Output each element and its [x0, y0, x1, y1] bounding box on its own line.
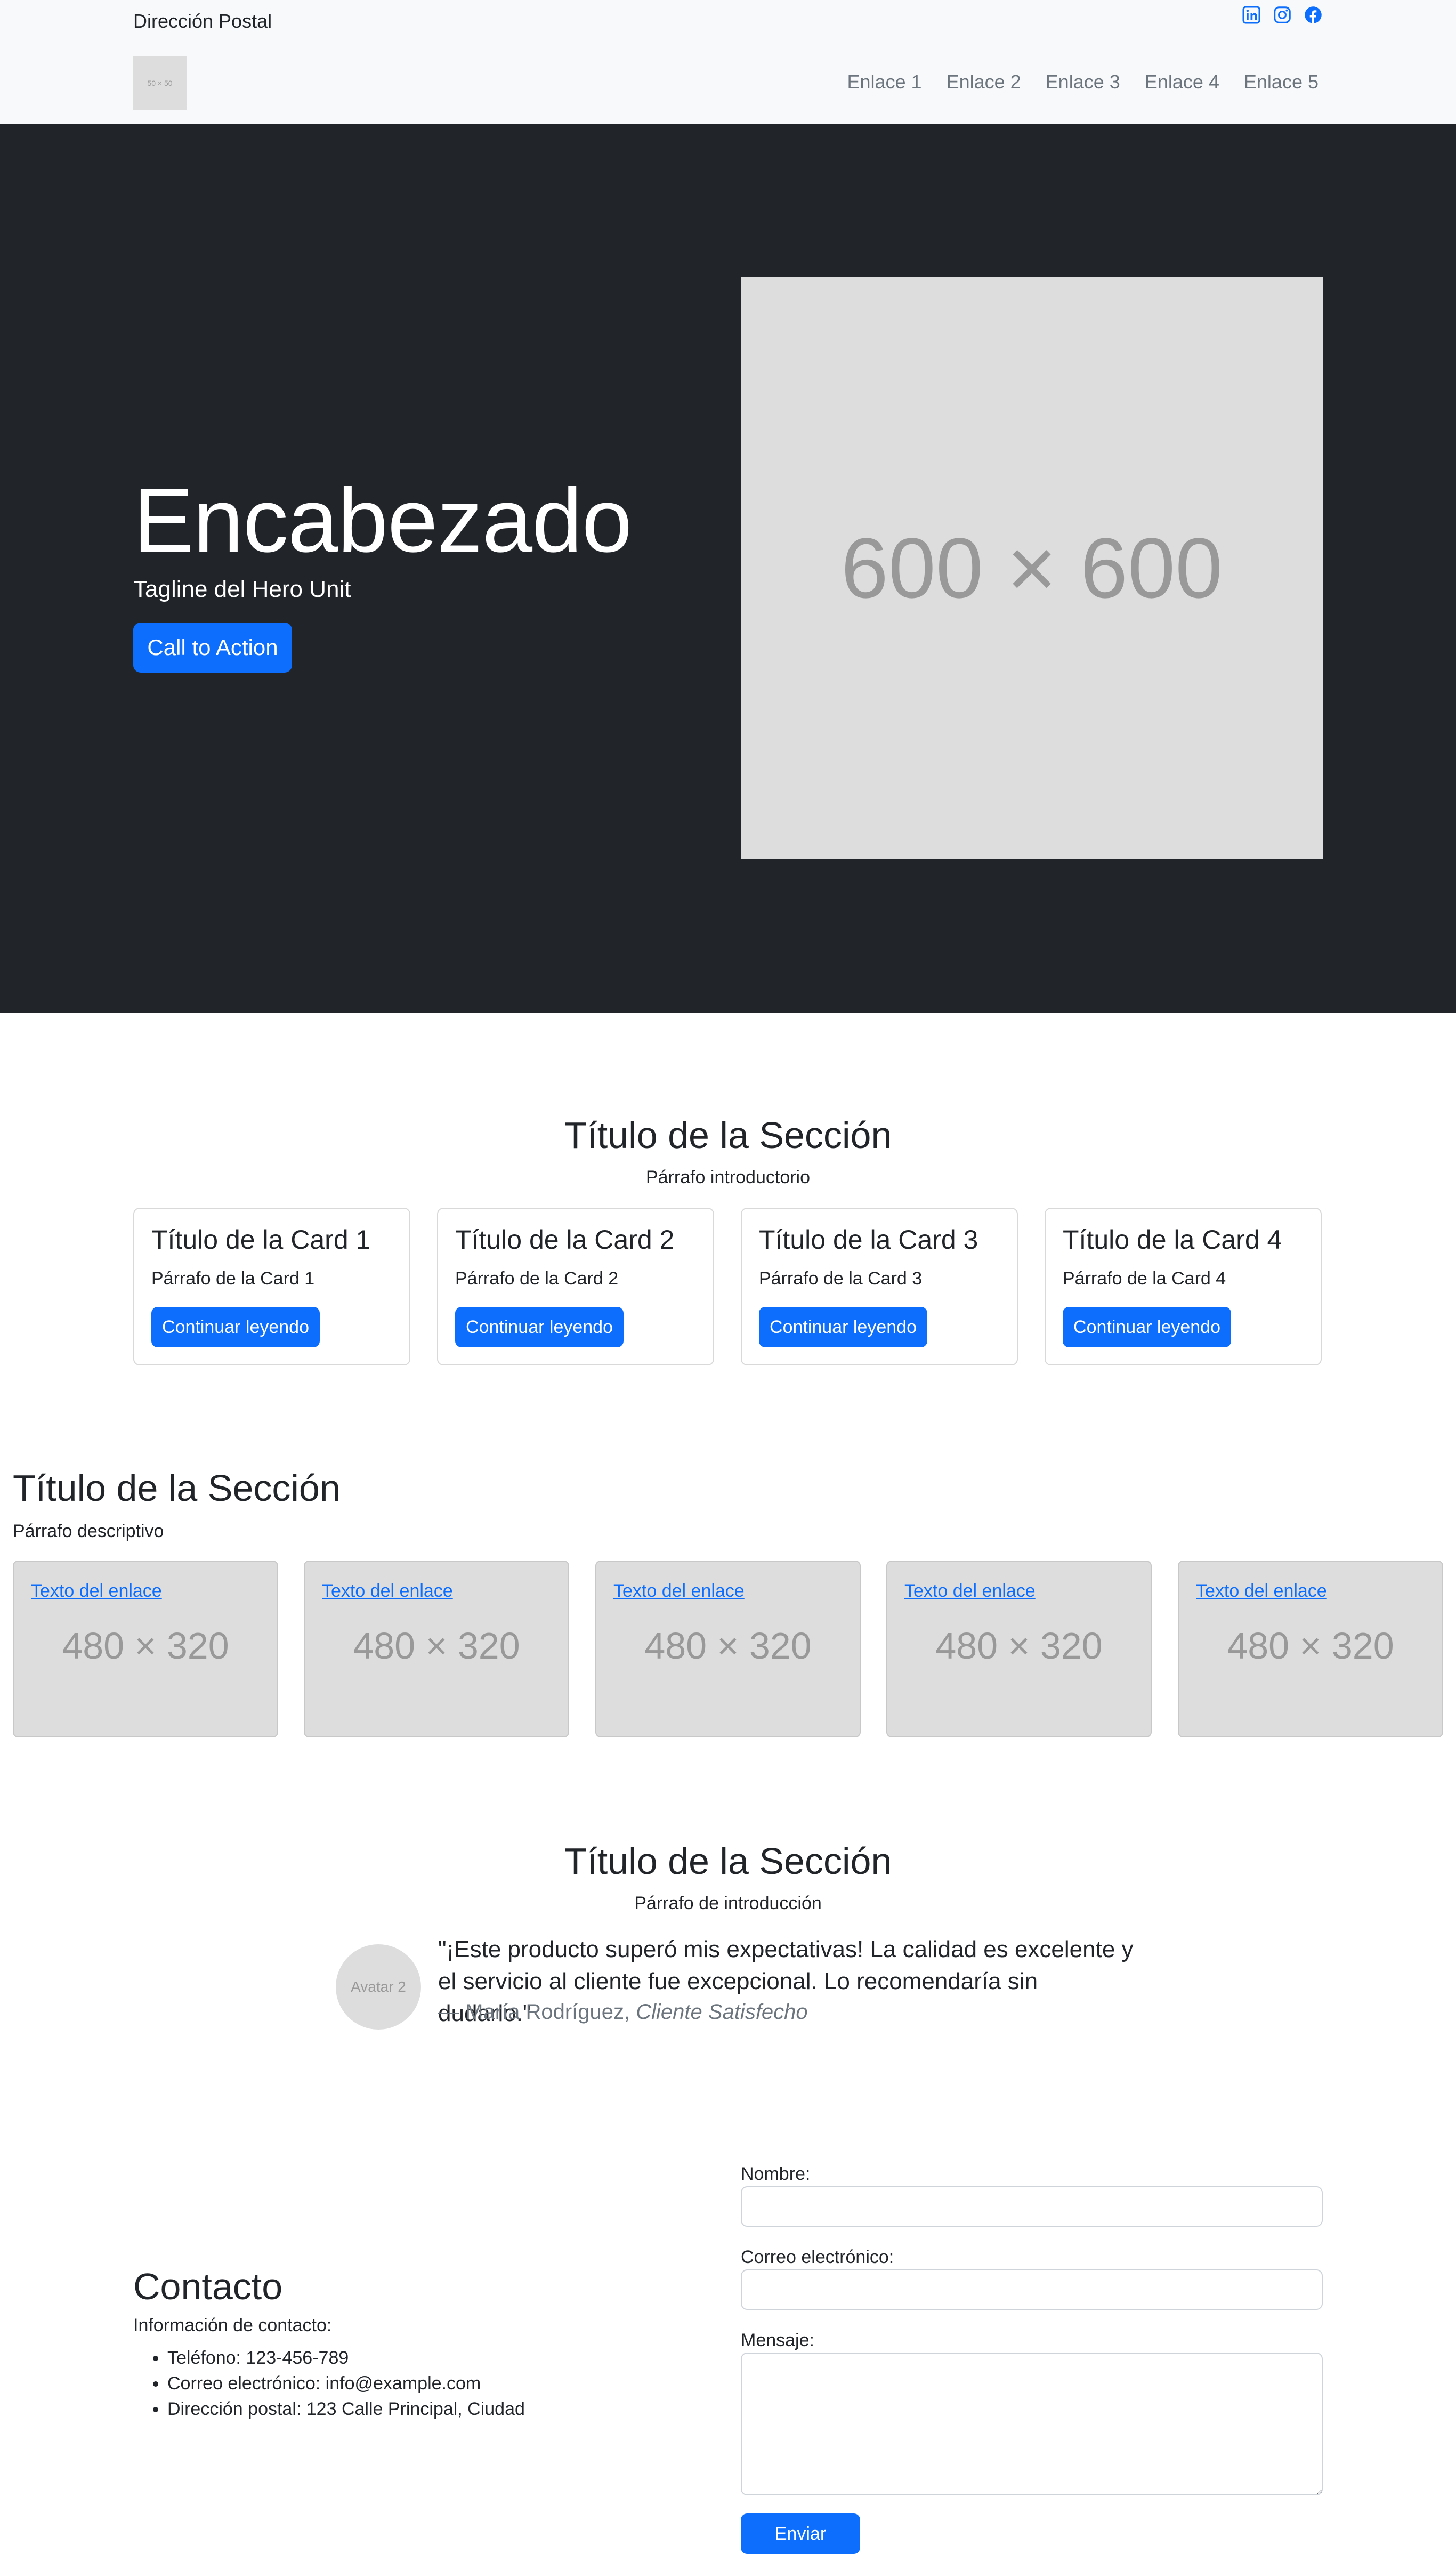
- avatar-placeholder-text: Avatar 2: [351, 1978, 406, 1995]
- continue-reading-button[interactable]: Continuar leyendo: [151, 1307, 320, 1347]
- contact-address: Dirección postal: 123 Calle Principal, C…: [167, 2396, 525, 2422]
- nav-link-1[interactable]: Enlace 1: [843, 70, 926, 94]
- message-label: Mensaje:: [741, 2330, 814, 2350]
- gallery-link[interactable]: Texto del enlace: [904, 1580, 1036, 1602]
- social-links: [1242, 5, 1323, 25]
- hero-title: Encabezado: [133, 470, 632, 571]
- continue-reading-button[interactable]: Continuar leyendo: [1063, 1307, 1231, 1347]
- top-bar: Dirección Postal: [133, 6, 1323, 42]
- author-dash: —: [438, 2000, 466, 2024]
- card-text: Párrafo de la Card 3: [759, 1268, 923, 1289]
- contact-list: Teléfono: 123-456-789 Correo electrónico…: [133, 2345, 525, 2422]
- nav-link-4[interactable]: Enlace 4: [1140, 70, 1224, 94]
- name-field[interactable]: [741, 2186, 1323, 2227]
- testimonial-section-title: Título de la Sección: [564, 1840, 892, 1882]
- card: Título de la Card 3 Párrafo de la Card 3…: [741, 1208, 1018, 1365]
- facebook-icon: [1305, 6, 1322, 23]
- name-label: Nombre:: [741, 2164, 811, 2184]
- main-nav: Enlace 1 Enlace 2 Enlace 3 Enlace 4 Enla…: [843, 70, 1323, 94]
- nav-link-3[interactable]: Enlace 3: [1041, 70, 1125, 94]
- submit-button[interactable]: Enviar: [741, 2513, 860, 2554]
- testimonial-author: — María Rodríguez, Cliente Satisfecho: [438, 1999, 808, 2025]
- instagram-icon: [1274, 6, 1291, 23]
- cta-button[interactable]: Call to Action: [133, 623, 292, 673]
- gallery-image-text: 480 × 320: [353, 1625, 520, 1667]
- contact-title: Contacto: [133, 2266, 283, 2307]
- contact-email: Correo electrónico: info@example.com: [167, 2371, 525, 2396]
- email-label: Correo electrónico:: [741, 2247, 894, 2267]
- facebook-link[interactable]: [1304, 5, 1323, 25]
- continue-reading-button[interactable]: Continuar leyendo: [455, 1307, 624, 1347]
- contact-phone: Teléfono: 123-456-789: [167, 2345, 525, 2371]
- nav-link-2[interactable]: Enlace 2: [942, 70, 1025, 94]
- cards-section-title: Título de la Sección: [564, 1114, 892, 1156]
- logo[interactable]: 50 × 50: [133, 56, 187, 110]
- card-text: Párrafo de la Card 2: [455, 1268, 619, 1289]
- card-text: Párrafo de la Card 4: [1063, 1268, 1226, 1289]
- gallery-link[interactable]: Texto del enlace: [322, 1580, 453, 1602]
- logo-placeholder-text: 50 × 50: [147, 79, 173, 87]
- message-field[interactable]: [741, 2353, 1323, 2495]
- gallery-item: Texto del enlace 480 × 320: [304, 1561, 569, 1737]
- linkedin-icon: [1242, 6, 1260, 24]
- author-name: María Rodríguez,: [465, 2000, 636, 2024]
- cards-section-intro: Párrafo introductorio: [645, 1167, 811, 1187]
- gallery-image-text: 480 × 320: [62, 1625, 229, 1667]
- site-header: Dirección Postal 50 × 50 Enlace 1 Enlace…: [0, 0, 1456, 124]
- hero-image-placeholder: 600 × 600: [741, 277, 1323, 859]
- gallery-link[interactable]: Texto del enlace: [1196, 1580, 1327, 1602]
- card: Título de la Card 4 Párrafo de la Card 4…: [1045, 1208, 1322, 1365]
- instagram-link[interactable]: [1273, 5, 1292, 25]
- testimonial-section-intro: Párrafo de introducción: [634, 1893, 822, 1913]
- gallery-item: Texto del enlace 480 × 320: [13, 1561, 278, 1737]
- linkedin-link[interactable]: [1242, 5, 1261, 25]
- nav-link-5[interactable]: Enlace 5: [1240, 70, 1323, 94]
- postal-address: Dirección Postal: [133, 10, 272, 32]
- card-text: Párrafo de la Card 1: [151, 1268, 315, 1289]
- avatar: Avatar 2: [336, 1944, 421, 2030]
- gallery-image-text: 480 × 320: [644, 1625, 812, 1667]
- author-role: Cliente Satisfecho: [636, 2000, 808, 2024]
- hero-section: Encabezado Tagline del Hero Unit Call to…: [0, 124, 1456, 1013]
- gallery-link[interactable]: Texto del enlace: [31, 1580, 162, 1602]
- email-field[interactable]: [741, 2269, 1323, 2310]
- card-title: Título de la Card 1: [151, 1225, 371, 1255]
- contact-info-label: Información de contacto:: [133, 2315, 332, 2335]
- card-title: Título de la Card 2: [455, 1225, 675, 1255]
- card: Título de la Card 1 Párrafo de la Card 1…: [133, 1208, 410, 1365]
- gallery-item: Texto del enlace 480 × 320: [1178, 1561, 1443, 1737]
- card: Título de la Card 2 Párrafo de la Card 2…: [437, 1208, 714, 1365]
- continue-reading-button[interactable]: Continuar leyendo: [759, 1307, 927, 1347]
- hero-image-text: 600 × 600: [840, 520, 1223, 616]
- gallery-image-text: 480 × 320: [1227, 1625, 1394, 1667]
- gallery-item: Texto del enlace 480 × 320: [886, 1561, 1152, 1737]
- gallery-image-text: 480 × 320: [935, 1625, 1103, 1667]
- hero-tagline: Tagline del Hero Unit: [133, 576, 351, 602]
- gallery-link[interactable]: Texto del enlace: [613, 1580, 745, 1602]
- gallery-section-title: Título de la Sección: [13, 1467, 341, 1509]
- card-title: Título de la Card 3: [759, 1225, 978, 1255]
- card-title: Título de la Card 4: [1063, 1225, 1282, 1255]
- gallery-section-description: Párrafo descriptivo: [13, 1521, 164, 1541]
- gallery-item: Texto del enlace 480 × 320: [595, 1561, 861, 1737]
